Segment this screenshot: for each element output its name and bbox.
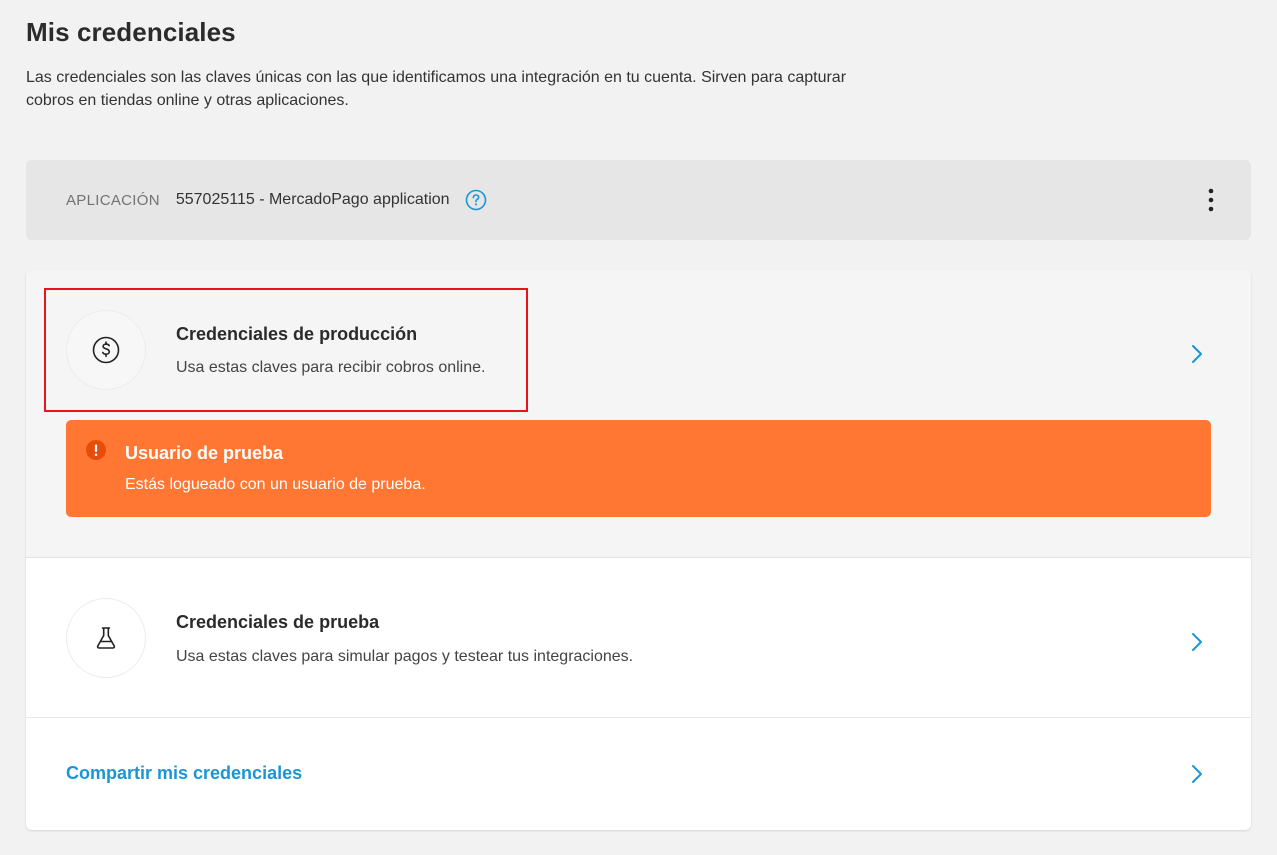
share-credentials-link[interactable]: Compartir mis credenciales [66,763,302,784]
page-description: Las credenciales son las claves únicas c… [26,69,847,109]
chevron-right-icon[interactable] [1189,343,1205,365]
production-icon-circle [66,310,146,390]
chevron-right-icon[interactable] [1189,763,1205,785]
production-credentials-subtitle: Usa estas claves para recibir cobros onl… [176,359,486,376]
chevron-right-icon[interactable] [1189,631,1205,653]
share-credentials-row[interactable]: Compartir mis credenciales [26,718,1251,830]
test-credentials-row[interactable]: Credenciales de prueba Usa estas claves … [26,558,1251,718]
dollar-circle-icon [92,336,120,364]
application-bar: APLICACIÓN 557025115 - MercadoPago appli… [26,160,1251,240]
test-credentials-subtitle: Usa estas claves para simular pagos y te… [176,648,634,665]
production-credentials-title: Credenciales de producción [176,324,418,344]
page-title: Mis credenciales [26,17,236,47]
alert-title: Usuario de prueba [125,443,284,463]
production-section: Credenciales de producción Usa estas cla… [26,270,1251,558]
more-vertical-icon[interactable] [1199,186,1223,214]
flask-icon [96,627,116,649]
question-circle-icon[interactable] [465,189,487,211]
production-credentials-row[interactable]: Credenciales de producción Usa estas cla… [26,270,1251,420]
application-label: APLICACIÓN [66,191,160,209]
test-credentials-title: Credenciales de prueba [176,612,380,632]
test-icon-circle [66,598,146,678]
application-value: 557025115 - MercadoPago application [175,191,450,208]
credentials-card: Credenciales de producción Usa estas cla… [26,270,1251,830]
test-user-alert: Usuario de prueba Estás logueado con un … [66,420,1211,517]
exclamation-circle-icon [86,440,106,460]
alert-text: Estás logueado con un usuario de prueba. [125,476,426,493]
